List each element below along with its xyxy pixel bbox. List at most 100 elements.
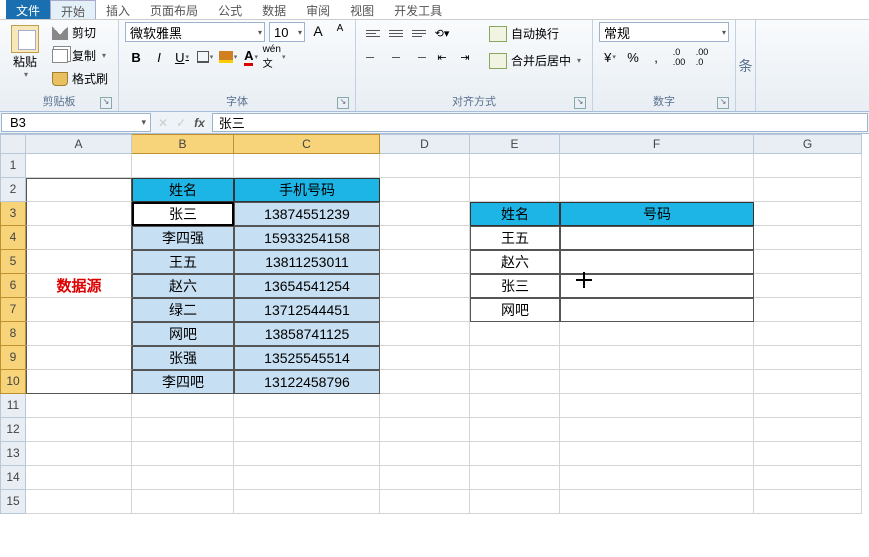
border-button[interactable]	[194, 46, 216, 68]
cell-E8[interactable]	[470, 322, 560, 346]
cell-A6[interactable]: 数据源	[26, 274, 132, 298]
align-bottom-button[interactable]	[408, 22, 430, 44]
cell-D12[interactable]	[380, 418, 470, 442]
row-header-5[interactable]: 5	[0, 250, 26, 274]
cell-C1[interactable]	[234, 154, 380, 178]
cell-G6[interactable]	[754, 274, 862, 298]
cell-D15[interactable]	[380, 490, 470, 514]
row-header-14[interactable]: 14	[0, 466, 26, 490]
cell-E1[interactable]	[470, 154, 560, 178]
cell-B12[interactable]	[132, 418, 234, 442]
cell-A5[interactable]	[26, 250, 132, 274]
align-right-button[interactable]	[408, 46, 430, 68]
row-header-11[interactable]: 11	[0, 394, 26, 418]
percent-button[interactable]: %	[622, 46, 644, 68]
copy-button[interactable]: 复制▾	[48, 45, 112, 66]
cell-C10[interactable]: 13122458796	[234, 370, 380, 394]
font-color-button[interactable]: A	[240, 46, 262, 68]
row-header-3[interactable]: 3	[0, 202, 26, 226]
decrease-decimal-button[interactable]: .00.0	[691, 46, 713, 68]
italic-button[interactable]: I	[148, 46, 170, 68]
tab-data[interactable]: 数据	[252, 0, 296, 19]
row-header-1[interactable]: 1	[0, 154, 26, 178]
bold-button[interactable]: B	[125, 46, 147, 68]
font-size-combo[interactable]: 10▾	[269, 22, 305, 42]
col-header-A[interactable]: A	[26, 134, 132, 154]
cell-A2[interactable]	[26, 178, 132, 202]
cell-E5[interactable]: 赵六	[470, 250, 560, 274]
cut-button[interactable]: 剪切	[48, 22, 112, 43]
cell-A9[interactable]	[26, 346, 132, 370]
cell-E14[interactable]	[470, 466, 560, 490]
row-header-8[interactable]: 8	[0, 322, 26, 346]
cell-F1[interactable]	[560, 154, 754, 178]
cell-E13[interactable]	[470, 442, 560, 466]
cell-F15[interactable]	[560, 490, 754, 514]
cell-G15[interactable]	[754, 490, 862, 514]
comma-button[interactable]: ,	[645, 46, 667, 68]
cell-D7[interactable]	[380, 298, 470, 322]
cell-E15[interactable]	[470, 490, 560, 514]
cell-D4[interactable]	[380, 226, 470, 250]
col-header-D[interactable]: D	[380, 134, 470, 154]
cell-G14[interactable]	[754, 466, 862, 490]
cell-G10[interactable]	[754, 370, 862, 394]
align-dialog-icon[interactable]: ↘	[574, 97, 586, 109]
cell-D8[interactable]	[380, 322, 470, 346]
cell-E12[interactable]	[470, 418, 560, 442]
cell-G13[interactable]	[754, 442, 862, 466]
cell-D1[interactable]	[380, 154, 470, 178]
cell-D6[interactable]	[380, 274, 470, 298]
cell-E10[interactable]	[470, 370, 560, 394]
accounting-button[interactable]: ¥	[599, 46, 621, 68]
align-top-button[interactable]	[362, 22, 384, 44]
col-header-C[interactable]: C	[234, 134, 380, 154]
cell-D10[interactable]	[380, 370, 470, 394]
cell-E7[interactable]: 网吧	[470, 298, 560, 322]
increase-font-button[interactable]: A	[309, 22, 327, 40]
font-name-combo[interactable]: 微软雅黑▾	[125, 22, 265, 42]
cell-G1[interactable]	[754, 154, 862, 178]
col-header-G[interactable]: G	[754, 134, 862, 154]
row-header-13[interactable]: 13	[0, 442, 26, 466]
cell-G12[interactable]	[754, 418, 862, 442]
cell-B1[interactable]	[132, 154, 234, 178]
cell-C3[interactable]: 13874551239	[234, 202, 380, 226]
cell-F4[interactable]	[560, 226, 754, 250]
cell-D5[interactable]	[380, 250, 470, 274]
tab-home[interactable]: 开始	[50, 0, 96, 19]
cell-A1[interactable]	[26, 154, 132, 178]
cell-C15[interactable]	[234, 490, 380, 514]
decrease-font-button[interactable]: A	[331, 22, 349, 40]
cell-A10[interactable]	[26, 370, 132, 394]
formula-input[interactable]: 张三	[212, 113, 868, 132]
font-dialog-icon[interactable]: ↘	[337, 97, 349, 109]
cell-C7[interactable]: 13712544451	[234, 298, 380, 322]
align-middle-button[interactable]	[385, 22, 407, 44]
cell-A11[interactable]	[26, 394, 132, 418]
cell-B14[interactable]	[132, 466, 234, 490]
cell-G11[interactable]	[754, 394, 862, 418]
tab-layout[interactable]: 页面布局	[140, 0, 208, 19]
row-header-2[interactable]: 2	[0, 178, 26, 202]
cell-C11[interactable]	[234, 394, 380, 418]
cell-C9[interactable]: 13525545514	[234, 346, 380, 370]
row-header-15[interactable]: 15	[0, 490, 26, 514]
cell-F2[interactable]	[560, 178, 754, 202]
cell-C6[interactable]: 13654541254	[234, 274, 380, 298]
name-box[interactable]: B3▾	[1, 113, 151, 132]
cell-G7[interactable]	[754, 298, 862, 322]
cell-A15[interactable]	[26, 490, 132, 514]
wrap-text-button[interactable]: 自动换行	[484, 22, 586, 45]
cell-F12[interactable]	[560, 418, 754, 442]
cell-C5[interactable]: 13811253011	[234, 250, 380, 274]
cell-F11[interactable]	[560, 394, 754, 418]
fill-color-button[interactable]	[217, 46, 239, 68]
tab-dev[interactable]: 开发工具	[384, 0, 452, 19]
clipboard-dialog-icon[interactable]: ↘	[100, 97, 112, 109]
cell-B9[interactable]: 张强	[132, 346, 234, 370]
cell-B6[interactable]: 赵六	[132, 274, 234, 298]
cell-D14[interactable]	[380, 466, 470, 490]
align-center-button[interactable]	[385, 46, 407, 68]
cell-G2[interactable]	[754, 178, 862, 202]
